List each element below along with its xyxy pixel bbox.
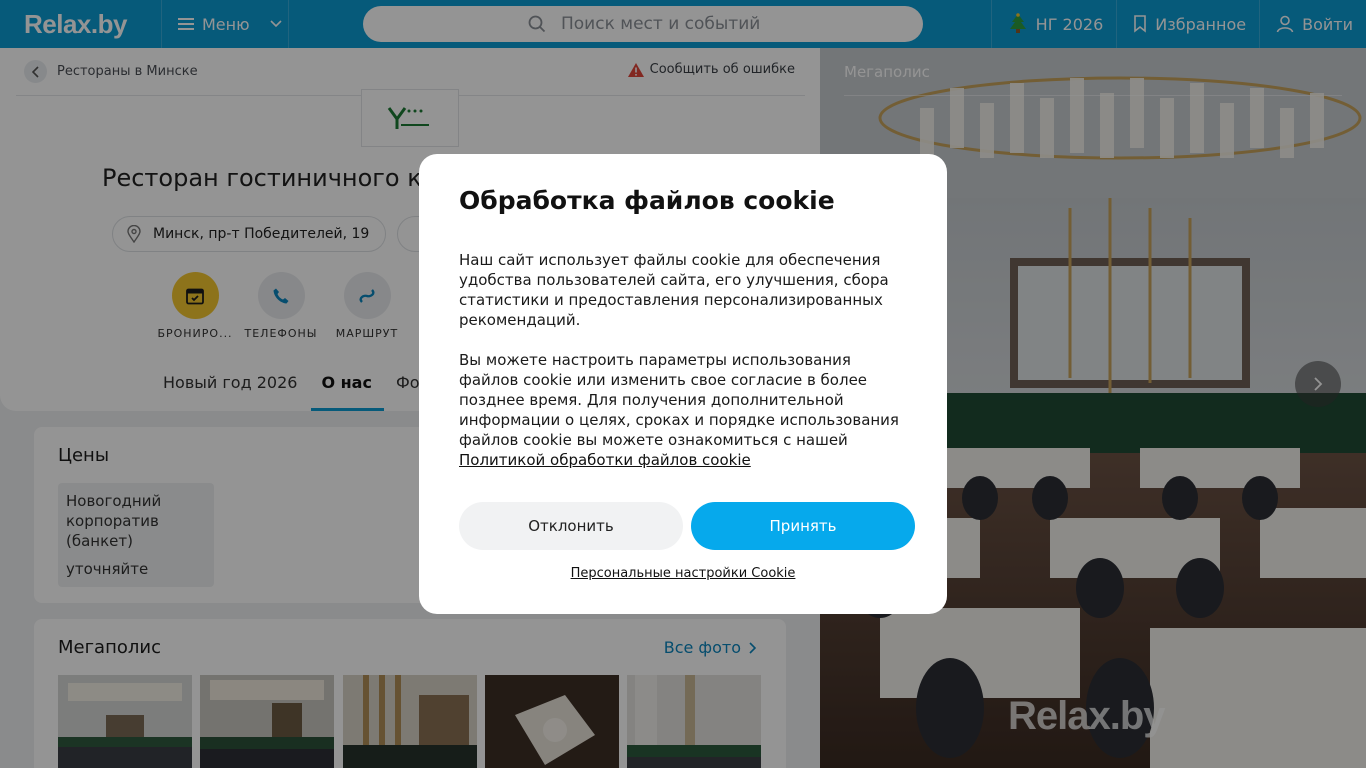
cookie-modal-title: Обработка файлов cookie (459, 186, 835, 215)
cookie-settings-link[interactable]: Персональные настройки Cookie (419, 566, 947, 581)
cookie-paragraph-1: Наш сайт использует файлы cookie для обе… (459, 251, 889, 329)
cookie-modal-text: Наш сайт использует файлы cookie для обе… (459, 250, 909, 470)
accept-button[interactable]: Принять (691, 502, 915, 550)
cookie-modal: Обработка файлов cookie Наш сайт использ… (419, 154, 947, 614)
cookie-paragraph-2-text: Вы можете настроить параметры использова… (459, 351, 899, 449)
cookie-paragraph-2: Вы можете настроить параметры использова… (459, 350, 909, 470)
cookie-policy-link[interactable]: Политикой обработки файлов cookie (459, 451, 751, 469)
decline-button[interactable]: Отклонить (459, 502, 683, 550)
